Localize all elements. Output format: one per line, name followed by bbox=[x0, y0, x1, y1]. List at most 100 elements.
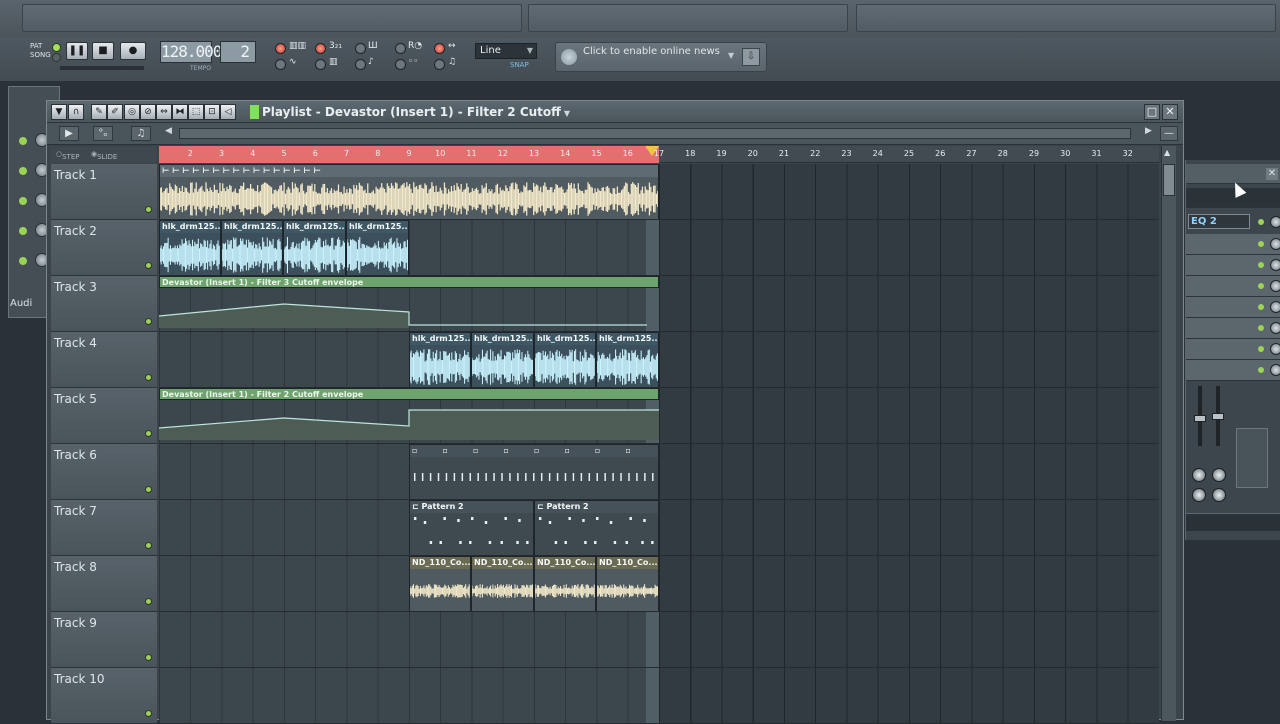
arrangement-icon[interactable]: ▶ bbox=[59, 126, 79, 141]
note-icon[interactable]: ♫ bbox=[131, 126, 151, 141]
audio-clip[interactable]: hlk_drm125... bbox=[159, 220, 221, 276]
close-icon[interactable]: ✕ bbox=[1266, 168, 1278, 180]
channel-led[interactable] bbox=[19, 227, 27, 235]
paint-icon[interactable]: ✐ bbox=[107, 104, 123, 120]
audio-clip[interactable]: hlk_drm125... bbox=[283, 220, 346, 276]
scrollbar-thumb[interactable] bbox=[1163, 164, 1175, 196]
pan-knob[interactable] bbox=[1212, 488, 1226, 502]
keyboard-icon[interactable]: ▥▥ bbox=[289, 41, 306, 51]
playlist-titlebar[interactable]: ▼ ∩ ✎ ✐ ◎ ⊘ ⇔ ⧓ ⬚ ⊡ ◁ Playlist - Devasto… bbox=[47, 101, 1183, 123]
select-icon[interactable]: ⬚ bbox=[188, 104, 204, 120]
slot-knob[interactable] bbox=[1270, 280, 1280, 292]
pan-knob[interactable] bbox=[1192, 468, 1206, 482]
slot-knob[interactable] bbox=[1270, 238, 1280, 250]
mixer-slot[interactable] bbox=[1186, 318, 1280, 339]
track-mute-led[interactable] bbox=[145, 598, 152, 605]
overdub-icon[interactable] bbox=[395, 59, 406, 70]
mixer-icon[interactable] bbox=[315, 59, 326, 70]
stop-button[interactable]: ■ bbox=[92, 42, 114, 60]
playback-icon[interactable]: ◁ bbox=[220, 104, 236, 120]
scroll-up-icon[interactable]: ▲ bbox=[1164, 148, 1170, 157]
pattern-icon[interactable]: °ₒ bbox=[93, 126, 113, 141]
lock-icon[interactable]: ♫ bbox=[448, 57, 456, 67]
automation-clip[interactable]: Devastor (Insert 1) - Filter 2 Cutoff en… bbox=[159, 388, 659, 444]
fader-handle[interactable] bbox=[1212, 413, 1224, 420]
mixer-slot[interactable] bbox=[1186, 360, 1280, 381]
slot-led[interactable] bbox=[1258, 325, 1264, 331]
track-mute-led[interactable] bbox=[145, 430, 152, 437]
track-mute-led[interactable] bbox=[145, 542, 152, 549]
track-mute-led[interactable] bbox=[145, 710, 152, 717]
slot-knob[interactable] bbox=[1270, 216, 1280, 228]
audio-clip[interactable]: ⊢ ⊢ ⊢ ⊢ ⊢ ⊢ ⊢ ⊢ ⊢ ⊢ ⊢ ⊢ ⊢ ⊢ ⊢ ⊢ bbox=[159, 164, 659, 220]
mixer-slot[interactable] bbox=[1186, 255, 1280, 276]
metronome-icon[interactable] bbox=[275, 43, 286, 54]
wait-icon[interactable]: ▥ bbox=[329, 57, 338, 67]
download-icon[interactable]: ⇩ bbox=[742, 48, 760, 66]
slot-led[interactable] bbox=[1258, 367, 1264, 373]
timeline-ruler[interactable]: 2 3 4 5 6 7 8 9 10 11 12 13 14 15 16 17 18 19 20 21 22 23 24 25… bbox=[159, 146, 1159, 163]
pattern-clip[interactable]: ⊏ Pattern 2 bbox=[409, 500, 534, 556]
wave-icon[interactable]: ∿ bbox=[289, 57, 297, 67]
track-header[interactable]: Track 6 bbox=[51, 444, 157, 500]
pause-button[interactable]: ❚❚ bbox=[66, 42, 88, 60]
count-icon[interactable]: 3₂₁ bbox=[329, 41, 342, 51]
track-mute-led[interactable] bbox=[145, 486, 152, 493]
slot-knob[interactable] bbox=[1270, 301, 1280, 313]
playlist-icon[interactable] bbox=[275, 59, 286, 70]
audio-clip[interactable]: ND_110_Co... bbox=[534, 556, 596, 612]
track-header[interactable]: Track 10 bbox=[51, 668, 157, 724]
mixer-slot[interactable] bbox=[1186, 339, 1280, 360]
track-header[interactable]: Track 7 bbox=[51, 500, 157, 556]
mixer-slot-label[interactable]: EQ 2 bbox=[1188, 214, 1250, 229]
chevron-down-icon[interactable]: ▼ bbox=[728, 51, 734, 60]
dots-icon[interactable]: ◦◦ bbox=[408, 57, 419, 67]
close-button[interactable]: ✕ bbox=[1162, 104, 1178, 120]
slot-knob[interactable] bbox=[1270, 364, 1280, 376]
track-header[interactable]: Track 2 bbox=[51, 220, 157, 276]
track-header[interactable]: Track 4 bbox=[51, 332, 157, 388]
track-mute-led[interactable] bbox=[145, 318, 152, 325]
track-header[interactable]: Track 1 bbox=[51, 164, 157, 220]
slot-knob[interactable] bbox=[1270, 259, 1280, 271]
curve-icon[interactable]: ♪ bbox=[368, 57, 374, 67]
audio-clip[interactable]: hlk_drm125... bbox=[471, 332, 534, 388]
record-mode-icon[interactable]: R◔ bbox=[408, 41, 422, 51]
loop-record-icon[interactable] bbox=[395, 43, 406, 54]
automation-clip[interactable]: Devastor (Insert 1) - Filter 3 Cutoff en… bbox=[159, 276, 659, 332]
menu-arrow-icon[interactable]: ▼ bbox=[51, 104, 67, 120]
mixer-slot[interactable] bbox=[1186, 276, 1280, 297]
step-icon[interactable] bbox=[355, 43, 366, 54]
audio-clip[interactable]: ND_110_Co... bbox=[471, 556, 534, 612]
slot-led[interactable] bbox=[1258, 304, 1264, 310]
playlist-title[interactable]: Playlist - Devastor (Insert 1) - Filter … bbox=[262, 105, 570, 119]
pattern-clip[interactable]: ⊏ Pattern 2 bbox=[534, 500, 659, 556]
tempo-display[interactable]: 128.000 bbox=[160, 41, 222, 63]
pat-led[interactable] bbox=[52, 43, 61, 52]
pan-knob[interactable] bbox=[1212, 468, 1226, 482]
track-mute-led[interactable] bbox=[145, 374, 152, 381]
scroll-right-icon[interactable]: ▶ bbox=[1145, 126, 1152, 136]
track-header[interactable]: Track 9 bbox=[51, 612, 157, 668]
channel-led[interactable] bbox=[19, 167, 27, 175]
pan-knob[interactable] bbox=[1192, 488, 1206, 502]
scroll-left-icon[interactable]: ◀ bbox=[165, 126, 172, 136]
delete-icon[interactable]: ◎ bbox=[124, 104, 140, 120]
slip-icon[interactable]: ⇔ bbox=[156, 104, 172, 120]
slot-led[interactable] bbox=[1258, 262, 1264, 268]
audio-clip[interactable]: hlk_drm125... bbox=[346, 220, 409, 276]
link-icon[interactable]: ↔ bbox=[448, 41, 456, 51]
audio-clip[interactable]: hlk_drm125... bbox=[221, 220, 283, 276]
magnet-icon[interactable]: ∩ bbox=[68, 104, 84, 120]
loop-icon[interactable] bbox=[434, 59, 445, 70]
zoom-out-icon[interactable]: — bbox=[1160, 126, 1178, 141]
slice-icon[interactable]: ⧓ bbox=[172, 104, 188, 120]
fader-handle[interactable] bbox=[1194, 415, 1206, 422]
countdown-icon[interactable] bbox=[315, 43, 326, 54]
slot-led[interactable] bbox=[1258, 346, 1264, 352]
track-mute-led[interactable] bbox=[145, 206, 152, 213]
channel-led[interactable] bbox=[19, 257, 27, 265]
record-button[interactable]: ● bbox=[120, 42, 146, 60]
chevron-down-icon[interactable]: ▼ bbox=[564, 109, 570, 118]
slot-led[interactable] bbox=[1258, 241, 1264, 247]
